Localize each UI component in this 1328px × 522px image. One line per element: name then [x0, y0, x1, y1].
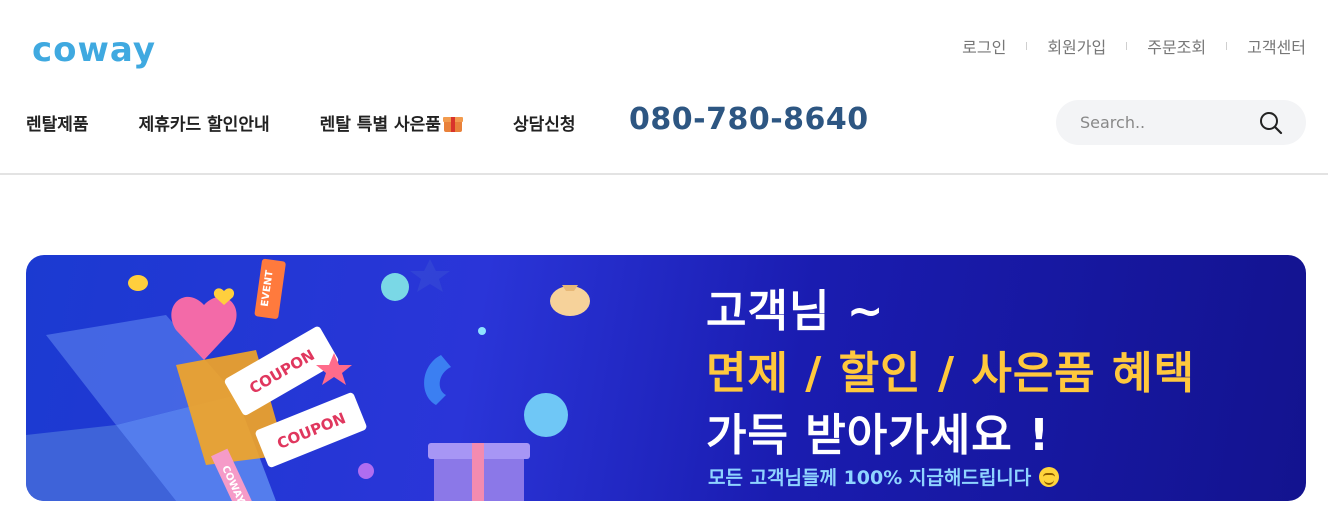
phone-number[interactable]: 080-780-8640: [629, 102, 869, 137]
coupon-ticket: COUPON: [255, 392, 367, 468]
search-input[interactable]: [1080, 113, 1250, 132]
smile-icon: [1039, 466, 1060, 487]
header-divider: [0, 173, 1328, 175]
event-tag: EVENT: [254, 258, 286, 319]
nav-rental-products[interactable]: 렌탈제품: [26, 110, 89, 135]
orb: [478, 327, 486, 335]
coupon-ticket: COUPON: [224, 326, 339, 416]
nav-consultation[interactable]: 상담신청: [513, 110, 576, 135]
gift-icon: [442, 114, 463, 132]
main-nav: 렌탈제품 제휴카드 할인안내 렌탈 특별 사은품 상담신청: [26, 110, 626, 135]
nav-label: 제휴카드 할인안내: [138, 115, 270, 135]
star-faded: [410, 259, 450, 292]
customer-center-link[interactable]: 고객센터: [1247, 34, 1306, 58]
nav-special-gift[interactable]: 렌탈 특별 사은품: [320, 110, 463, 135]
nav-label: 렌탈제품: [26, 115, 89, 135]
login-link[interactable]: 로그인: [962, 34, 1006, 58]
signup-link[interactable]: 회원가입: [1047, 34, 1106, 58]
money-bag-small: [128, 275, 148, 291]
swirl-shape: [424, 355, 451, 405]
orb: [381, 273, 409, 301]
banner-line-3: 가득 받아가세요 !: [706, 410, 1051, 461]
orb: [358, 463, 374, 479]
utility-nav: 로그인 회원가입 주문조회 고객센터: [962, 34, 1306, 58]
search-box: [1056, 100, 1306, 145]
order-lookup-link[interactable]: 주문조회: [1147, 34, 1206, 58]
util-separator: [1226, 42, 1228, 50]
nav-label: 렌탈 특별 사은품: [319, 115, 441, 135]
banner-line-1: 고객님 ~: [706, 286, 885, 337]
orb: [524, 393, 568, 437]
banner-line-2: 면제 / 할인 / 사은품 혜택: [706, 348, 1196, 399]
nav-card-discount[interactable]: 제휴카드 할인안내: [139, 110, 270, 135]
banner-line-4: 모든 고객님들께 100% 지급해드립니다: [708, 463, 1060, 490]
banner-subtext: 모든 고객님들께 100% 지급해드립니다: [708, 467, 1032, 489]
nav-label: 상담신청: [512, 115, 576, 135]
gift-box-ribbon: [472, 443, 484, 501]
search-icon[interactable]: [1258, 110, 1284, 136]
util-separator: [1126, 42, 1128, 50]
banner-illustration: EVENT COUPON COUPON COWAY: [26, 258, 590, 501]
promo-banner[interactable]: EVENT COUPON COUPON COWAY 고객님 ~ 면제 / 할인 …: [26, 255, 1306, 501]
coway-logo[interactable]: coway: [32, 30, 156, 70]
util-separator: [1026, 42, 1028, 50]
